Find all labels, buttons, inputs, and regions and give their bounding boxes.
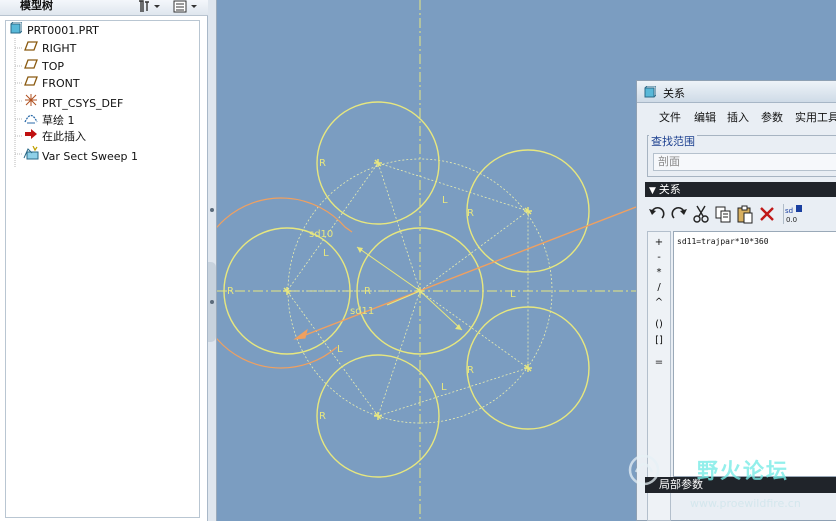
sketch-icon [23,111,39,129]
copy-button[interactable] [713,204,733,224]
relation-line: sd11=trajpar*10*360 [677,237,769,246]
tree-item-front[interactable]: FRONT [23,75,80,92]
radius-label: R [364,286,371,297]
copy-icon [715,206,731,223]
highlight-arrow [293,328,308,340]
tree-item-label: 在此插入 [42,130,86,143]
paste-icon [737,205,753,224]
tree-item-label: PRT_CSYS_DEF [42,97,124,110]
model-tree-panel: 模型树 PRT0001.PRT RIGHT TOP FRONT PRT_CSYS… [0,0,208,521]
panel-splitter[interactable] [208,0,217,521]
tree-item-label: FRONT [42,77,80,90]
lookin-select[interactable]: 剖面 [653,153,836,171]
redo-button[interactable] [669,204,689,224]
highlight-line [294,206,637,340]
length-label: L [442,195,448,206]
operator-brackets-button[interactable]: [] [648,334,670,348]
tree-item-label: PRT0001.PRT [27,24,99,37]
sd11-label: sd11 [350,306,374,317]
watermark-title: 野火论坛 [697,459,789,483]
operator-plus-button[interactable]: + [648,236,670,250]
relations-section-header[interactable]: ▼ 关系 [645,182,836,197]
menu-file[interactable]: 文件 [659,111,681,124]
datum-plane-icon [23,58,39,75]
operator-divide-button[interactable]: / [648,281,670,295]
scissors-icon [693,205,709,223]
dialog-title: 关系 [663,87,685,100]
tree-item-sketch[interactable]: 草绘 1 [23,111,75,128]
splitter-grip [210,300,214,304]
tree-item-top[interactable]: TOP [23,58,64,75]
tree-settings-button[interactable] [137,0,161,14]
operator-parentheses-button[interactable]: () [648,318,670,332]
menu-utilities[interactable]: 实用工具 [795,111,836,124]
length-label: L [510,289,516,300]
highlight-arc [217,197,353,369]
radius-label: R [319,158,326,169]
insert-arrow-icon [23,128,39,145]
length-label: L [337,344,343,355]
radius-label: R [227,286,234,297]
tree-item-part[interactable]: PRT0001.PRT [8,21,99,39]
datum-plane-icon [23,40,39,57]
tree-settings-icon [139,0,160,12]
dimension-labels: R R R R R R L L L L L sd10 sd11 [227,158,516,422]
length-label: L [323,248,329,259]
radius-label: R [467,365,474,376]
tree-item-csys[interactable]: PRT_CSYS_DEF [23,93,123,110]
tree-item-label: TOP [42,60,65,73]
part-icon [8,21,24,39]
evaluate-button[interactable]: sd 0.0 [783,204,803,224]
tree-columns-icon [173,0,197,13]
radius-label: R [467,208,474,219]
csys-icon [23,93,39,112]
paste-button[interactable] [735,204,755,224]
model-tree: PRT0001.PRT RIGHT TOP FRONT PRT_CSYS_DEF [5,20,200,518]
tree-item-label: RIGHT [42,42,77,55]
tree-item-var-sect-sweep[interactable]: Var Sect Sweep 1 [23,145,139,165]
tree-item-right[interactable]: RIGHT [23,40,76,57]
cut-button[interactable] [691,204,711,224]
model-tree-title: 模型树 [20,0,53,12]
operator-minus-button[interactable]: - [648,251,670,265]
relations-toolbar: sd 0.0 [645,199,836,229]
model-tree-header: 模型树 [0,0,208,16]
operator-multiply-button[interactable]: * [648,266,670,280]
menu-edit[interactable]: 编辑 [694,111,716,124]
svg-text:sd: sd [785,207,793,215]
menu-parameters[interactable]: 参数 [761,111,783,124]
delete-icon [760,207,774,221]
dialog-menubar: 文件 编辑 插入 参数 实用工具 [637,107,836,127]
undo-icon [649,206,665,219]
watermark-url: www.proewildfire.cn [690,497,801,510]
sd10-label: sd10 [309,229,333,240]
operator-power-button[interactable]: ^ [648,296,670,310]
relations-section-label: 关系 [658,183,681,196]
datum-plane-icon [23,75,39,92]
collapse-triangle-icon: ▼ [649,186,659,196]
lookin-label: 查找范围 [649,133,697,149]
relations-editor[interactable]: sd11=trajpar*10*360 [673,231,836,477]
sketch-points [283,159,532,420]
dialog-app-icon [644,86,656,98]
tree-columns-button[interactable] [172,0,198,14]
svg-text:0.0: 0.0 [786,216,797,224]
tree-item-label: Var Sect Sweep 1 [42,150,139,163]
splitter-grip [210,208,214,212]
evaluate-icon: sd0.0 [785,205,802,224]
radius-label: R [319,411,326,422]
length-label: L [441,382,447,393]
delete-button[interactable] [757,204,777,224]
undo-button[interactable] [647,204,667,224]
dialog-titlebar[interactable]: 关系 [637,81,836,103]
sweep-icon [23,145,39,165]
menu-insert[interactable]: 插入 [727,111,749,124]
watermark-logo [628,454,660,486]
redo-icon [671,206,687,219]
tree-item-label: 草绘 1 [42,114,75,127]
tree-item-insert-here[interactable]: 在此插入 [23,128,86,145]
operator-equals-button[interactable]: = [648,356,670,370]
